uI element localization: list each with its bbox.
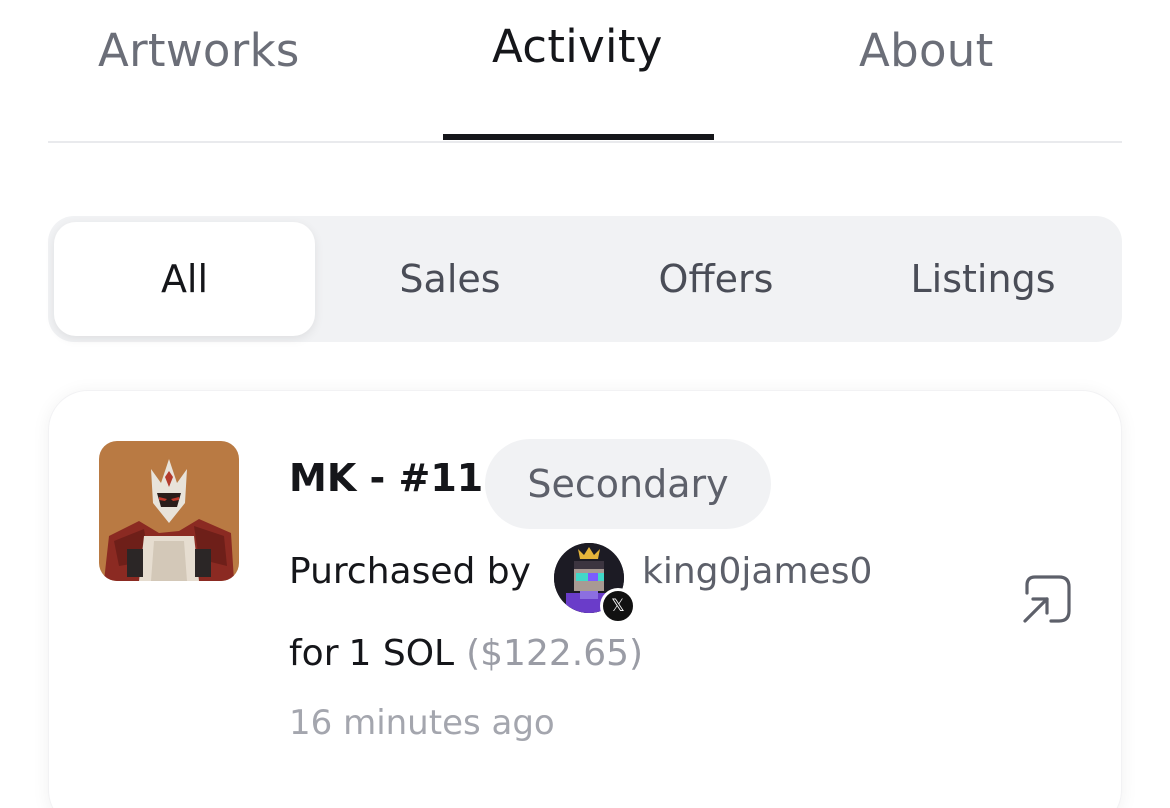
profile-tabs: Artworks Activity About [48, 0, 1122, 143]
open-external-icon[interactable] [1019, 571, 1075, 627]
sale-type-badge: Secondary [485, 439, 771, 529]
filter-offers[interactable]: Offers [584, 222, 848, 336]
tab-activity[interactable]: Activity [492, 20, 663, 73]
price-amount: 1 SOL [348, 633, 455, 674]
price-usd: ($122.65) [466, 633, 644, 674]
filter-listings[interactable]: Listings [851, 222, 1115, 336]
activity-filter: All Sales Offers Listings [48, 216, 1122, 342]
buyer-username[interactable]: king0james0 [642, 551, 872, 592]
x-logo-icon: 𝕏 [600, 588, 636, 624]
purchased-by-label: Purchased by [289, 551, 531, 592]
tab-artworks[interactable]: Artworks [98, 24, 300, 77]
price-line: for 1 SOL ($122.65) [289, 633, 643, 674]
activity-page: Artworks Activity About All Sales Offers… [0, 0, 1170, 808]
tab-about[interactable]: About [859, 24, 994, 77]
for-label: for [289, 633, 339, 674]
activity-timestamp: 16 minutes ago [289, 703, 555, 743]
activity-item-card[interactable]: MK - #11 Secondary Purchased by 𝕏 king0j… [48, 390, 1122, 808]
filter-all[interactable]: All [54, 222, 315, 336]
filter-sales[interactable]: Sales [318, 222, 582, 336]
active-tab-indicator [443, 134, 714, 140]
artwork-title[interactable]: MK - #11 [289, 456, 483, 500]
artwork-thumbnail[interactable] [99, 441, 239, 581]
